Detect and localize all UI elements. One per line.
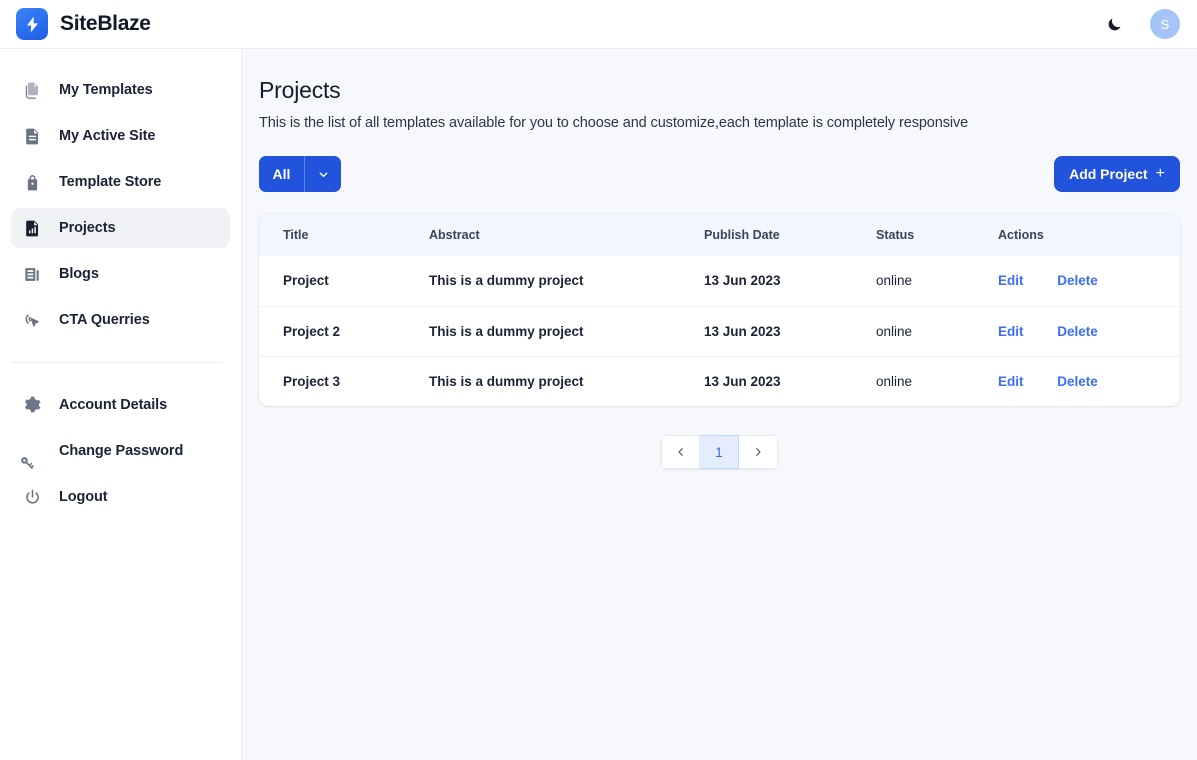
sidebar-item-logout[interactable]: Logout	[11, 477, 230, 517]
pager-group: 1	[661, 435, 778, 469]
filter-dropdown[interactable]: All	[259, 156, 341, 192]
column-header-status: Status	[876, 214, 998, 256]
edit-link[interactable]: Edit	[998, 324, 1024, 339]
cell-publish-date: 13 Jun 2023	[704, 355, 876, 406]
cell-actions: Edit Delete	[998, 256, 1180, 306]
sidebar-item-account-details[interactable]: Account Details	[11, 385, 230, 425]
delete-link[interactable]: Delete	[1057, 324, 1098, 339]
chevron-left-icon[interactable]	[661, 435, 700, 469]
main-content: Projects This is the list of all templat…	[242, 49, 1197, 760]
toolbar: All Add Project +	[259, 156, 1180, 192]
sidebar-item-label: CTA Querries	[59, 312, 150, 328]
cell-publish-date: 13 Jun 2023	[704, 273, 781, 289]
document-icon	[21, 125, 43, 147]
sidebar-item-cta-querries[interactable]: CTA Querries	[11, 300, 230, 340]
gear-icon	[21, 394, 43, 416]
sidebar-item-label: Change Password	[59, 443, 184, 459]
cell-abstract: This is a dummy project	[429, 273, 584, 289]
sidebar-item-template-store[interactable]: Template Store	[11, 162, 230, 202]
column-header-actions: Actions	[998, 214, 1180, 256]
cell-title: Project	[283, 273, 329, 289]
brand-name: SiteBlaze	[60, 12, 151, 35]
lightning-bolt-icon	[16, 8, 48, 40]
column-header-publish-date: Publish Date	[704, 214, 876, 256]
sidebar-item-label: Projects	[59, 220, 116, 236]
cell-title: Project 2	[259, 305, 429, 356]
cell-actions: Edit Delete	[998, 355, 1180, 406]
sidebar-item-label: Template Store	[59, 174, 162, 190]
edit-link[interactable]: Edit	[998, 374, 1024, 389]
table-row: Project 2 This is a dummy project 13 Jun…	[259, 305, 1180, 356]
sidebar-item-label: My Templates	[59, 82, 153, 98]
cell-status: online	[876, 305, 998, 356]
sidebar-divider	[11, 362, 223, 363]
sidebar-item-label: My Active Site	[59, 128, 156, 144]
power-icon	[21, 486, 43, 508]
cell-abstract: This is a dummy project	[429, 305, 704, 356]
cell-actions: Edit Delete	[998, 305, 1180, 356]
header-actions: S	[1103, 9, 1180, 39]
top-header-bar: SiteBlaze S	[0, 0, 1197, 49]
page-title: Projects	[259, 77, 341, 103]
edit-link[interactable]: Edit	[998, 273, 1024, 288]
store-bag-icon	[21, 171, 43, 193]
pagination: 1	[259, 435, 1180, 469]
sidebar-item-projects[interactable]: Projects	[11, 208, 230, 248]
table-head: Title Abstract Publish Date Status Actio…	[259, 214, 1180, 256]
sidebar-item-change-password[interactable]: Change Password	[11, 431, 230, 471]
column-header-title: Title	[259, 214, 429, 256]
cursor-click-icon	[21, 309, 43, 331]
chart-document-icon	[21, 217, 43, 239]
copy-documents-icon	[21, 79, 43, 101]
newspaper-icon	[21, 263, 43, 285]
sidebar-item-label: Account Details	[59, 397, 168, 413]
table-body: Project This is a dummy project 13 Jun 2…	[259, 256, 1180, 406]
sidebar-item-label: Logout	[59, 489, 108, 505]
key-icon	[20, 440, 43, 469]
sidebar-item-blogs[interactable]: Blogs	[11, 254, 230, 294]
column-header-abstract: Abstract	[429, 214, 704, 256]
table-header-row: Title Abstract Publish Date Status Actio…	[259, 214, 1180, 256]
plus-icon: +	[1155, 165, 1165, 182]
projects-table: Title Abstract Publish Date Status Actio…	[259, 214, 1180, 406]
chevron-down-icon[interactable]	[305, 156, 341, 192]
table-row: Project 3 This is a dummy project 13 Jun…	[259, 355, 1180, 406]
avatar[interactable]: S	[1150, 9, 1180, 39]
cell-status: online	[876, 355, 998, 406]
projects-table-card: Title Abstract Publish Date Status Actio…	[259, 214, 1180, 406]
cell-abstract: This is a dummy project	[429, 355, 704, 406]
table-row: Project This is a dummy project 13 Jun 2…	[259, 256, 1180, 306]
sidebar: My Templates My Active Site Template Sto…	[0, 49, 242, 760]
add-project-button[interactable]: Add Project +	[1054, 156, 1180, 192]
moon-icon[interactable]	[1103, 13, 1125, 35]
filter-dropdown-label: All	[272, 166, 291, 182]
pager-page-1[interactable]: 1	[700, 435, 739, 469]
cell-publish-date: 13 Jun 2023	[704, 305, 876, 356]
brand-logo[interactable]: SiteBlaze	[16, 8, 151, 40]
page-subtitle: This is the list of all templates availa…	[259, 115, 969, 131]
sidebar-item-my-templates[interactable]: My Templates	[11, 70, 230, 110]
cell-status: online	[876, 273, 913, 289]
sidebar-item-my-active-site[interactable]: My Active Site	[11, 116, 230, 156]
sidebar-item-label: Blogs	[59, 266, 99, 282]
delete-link[interactable]: Delete	[1057, 273, 1098, 288]
cell-title: Project 3	[259, 355, 429, 406]
chevron-right-icon[interactable]	[739, 435, 778, 469]
delete-link[interactable]: Delete	[1057, 374, 1098, 389]
add-project-label: Add Project	[1069, 166, 1148, 182]
